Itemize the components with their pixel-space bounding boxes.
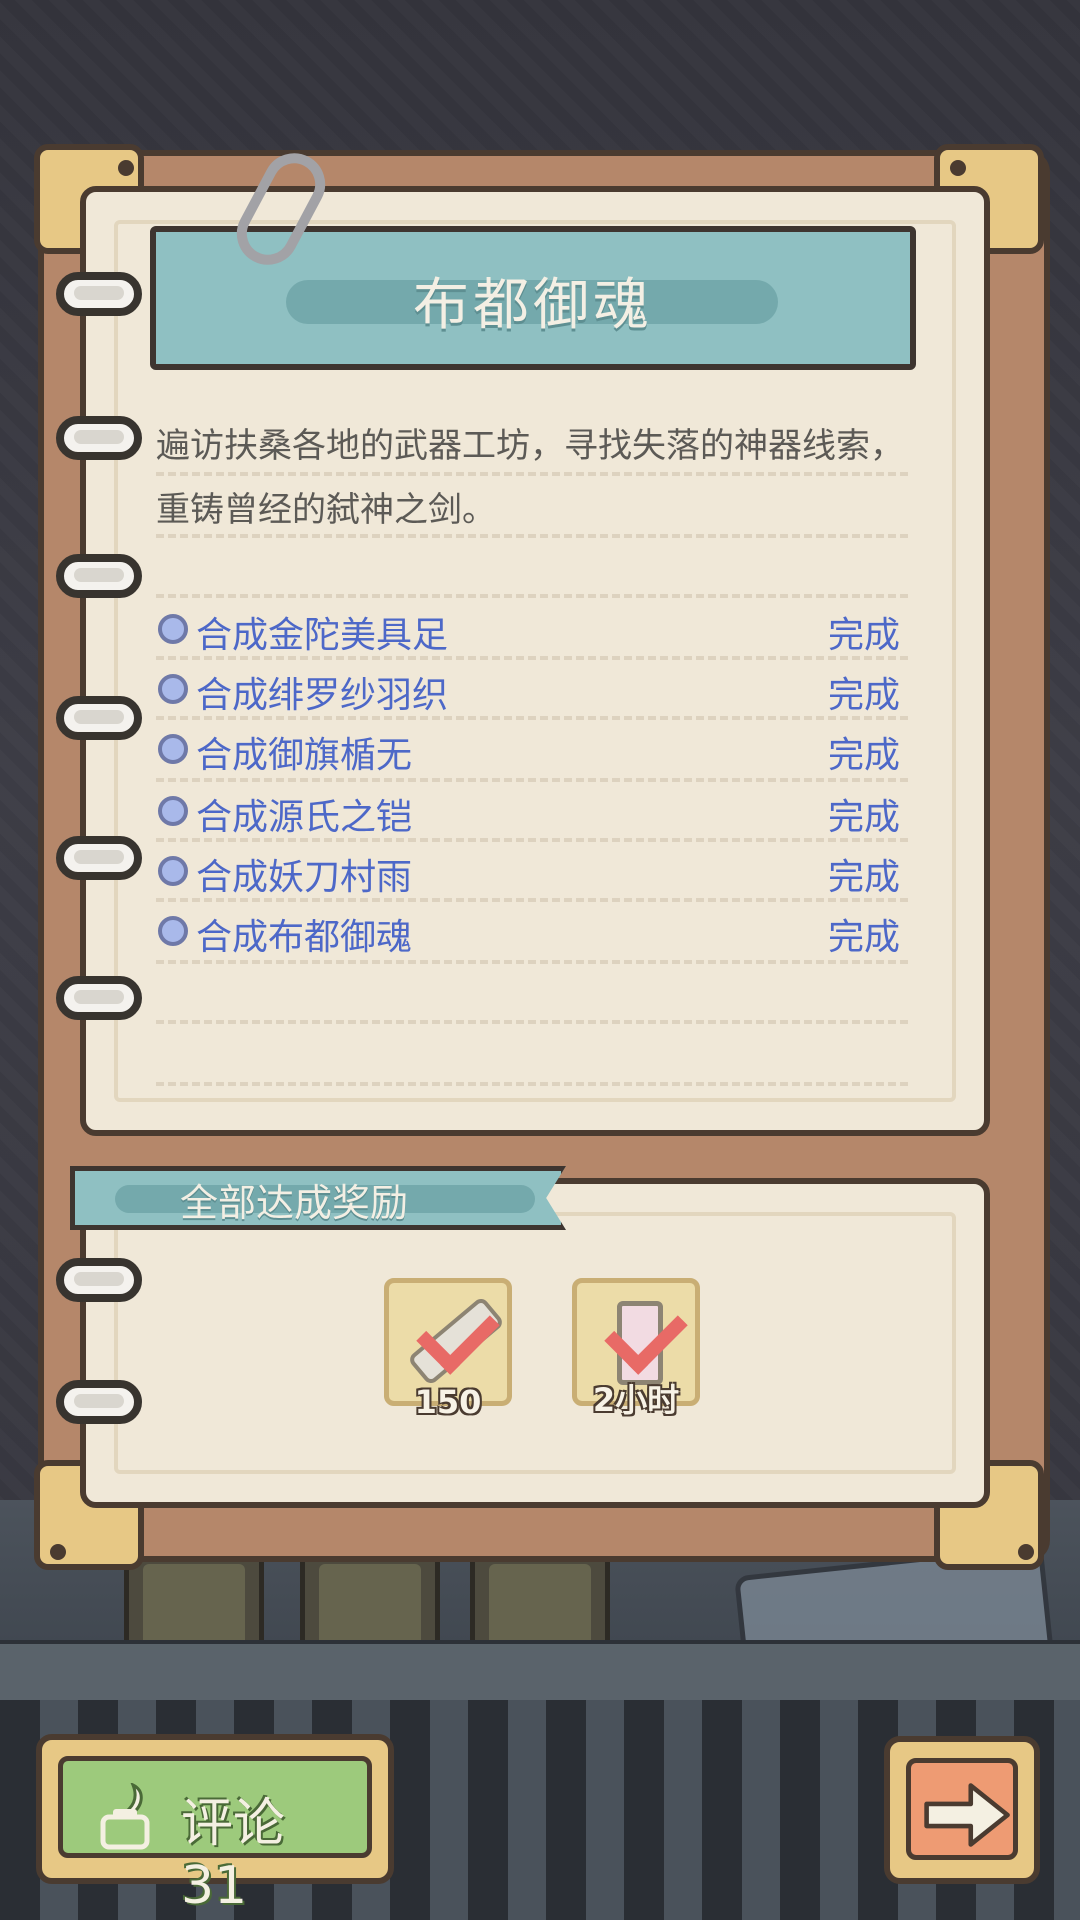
task-status: 完成 bbox=[827, 797, 900, 838]
shelf bbox=[0, 1640, 1080, 1708]
task-status: 完成 bbox=[827, 615, 900, 656]
quest-title: 布都御魂 bbox=[413, 273, 653, 338]
divider bbox=[156, 594, 908, 598]
divider bbox=[156, 778, 908, 782]
next-button[interactable] bbox=[884, 1736, 1040, 1884]
binder-ring-icon bbox=[56, 272, 142, 316]
divider bbox=[156, 1020, 908, 1024]
divider bbox=[156, 838, 908, 842]
binder-ring-icon bbox=[56, 554, 142, 598]
task-name: 合成绯罗纱羽织 bbox=[196, 675, 449, 716]
binder-ring-icon bbox=[56, 696, 142, 740]
task-name: 合成金陀美具足 bbox=[196, 615, 449, 656]
divider bbox=[156, 1082, 908, 1086]
comment-label: 评论 31 bbox=[181, 1794, 286, 1916]
reward-item[interactable]: 150 bbox=[384, 1278, 512, 1421]
binder-ring-icon bbox=[56, 836, 142, 880]
reward-label: 全部达成奖励 bbox=[180, 1181, 409, 1225]
task-row: 合成妖刀村雨 完成 bbox=[156, 848, 900, 898]
bullet-icon bbox=[158, 734, 188, 764]
comment-button[interactable]: 评论 31 bbox=[36, 1734, 394, 1916]
task-status: 完成 bbox=[827, 857, 900, 898]
bullet-icon bbox=[158, 856, 188, 886]
task-row: 合成绯罗纱羽织 完成 bbox=[156, 666, 900, 716]
binder-ring-icon bbox=[56, 1380, 142, 1424]
task-name: 合成妖刀村雨 bbox=[196, 857, 413, 898]
task-name: 合成布都御魂 bbox=[196, 917, 413, 958]
divider bbox=[156, 472, 908, 476]
divider bbox=[156, 960, 908, 964]
task-status: 完成 bbox=[827, 675, 900, 716]
task-row: 合成御旗楯无 完成 bbox=[156, 726, 900, 776]
bullet-icon bbox=[158, 916, 188, 946]
quest-description: 遍访扶桑各地的武器工坊，寻找失落的神器线索，重铸曾经的弑神之剑。 bbox=[156, 426, 904, 530]
task-row: 合成金陀美具足 完成 bbox=[156, 606, 900, 656]
bullet-icon bbox=[158, 796, 188, 826]
divider bbox=[156, 716, 908, 720]
bullet-icon bbox=[158, 614, 188, 644]
arrow-right-icon bbox=[924, 1783, 1010, 1847]
binder-ring-icon bbox=[56, 416, 142, 460]
task-name: 合成御旗楯无 bbox=[196, 735, 413, 776]
divider bbox=[156, 656, 908, 660]
task-name: 合成源氏之铠 bbox=[196, 797, 413, 838]
task-row: 合成源氏之铠 完成 bbox=[156, 788, 900, 838]
reward-quantity: 150 bbox=[414, 1383, 482, 1421]
binder-ring-icon bbox=[56, 976, 142, 1020]
task-status: 完成 bbox=[827, 917, 900, 958]
divider bbox=[156, 898, 908, 902]
binder-ring-icon bbox=[56, 1258, 142, 1302]
bullet-icon bbox=[158, 674, 188, 704]
task-status: 完成 bbox=[827, 735, 900, 776]
task-row: 合成布都御魂 完成 bbox=[156, 908, 900, 958]
reward-quantity: 2小时 bbox=[592, 1381, 680, 1419]
divider bbox=[156, 534, 908, 538]
reward-item[interactable]: 2小时 bbox=[572, 1278, 700, 1419]
inkwell-icon bbox=[100, 1783, 150, 1850]
